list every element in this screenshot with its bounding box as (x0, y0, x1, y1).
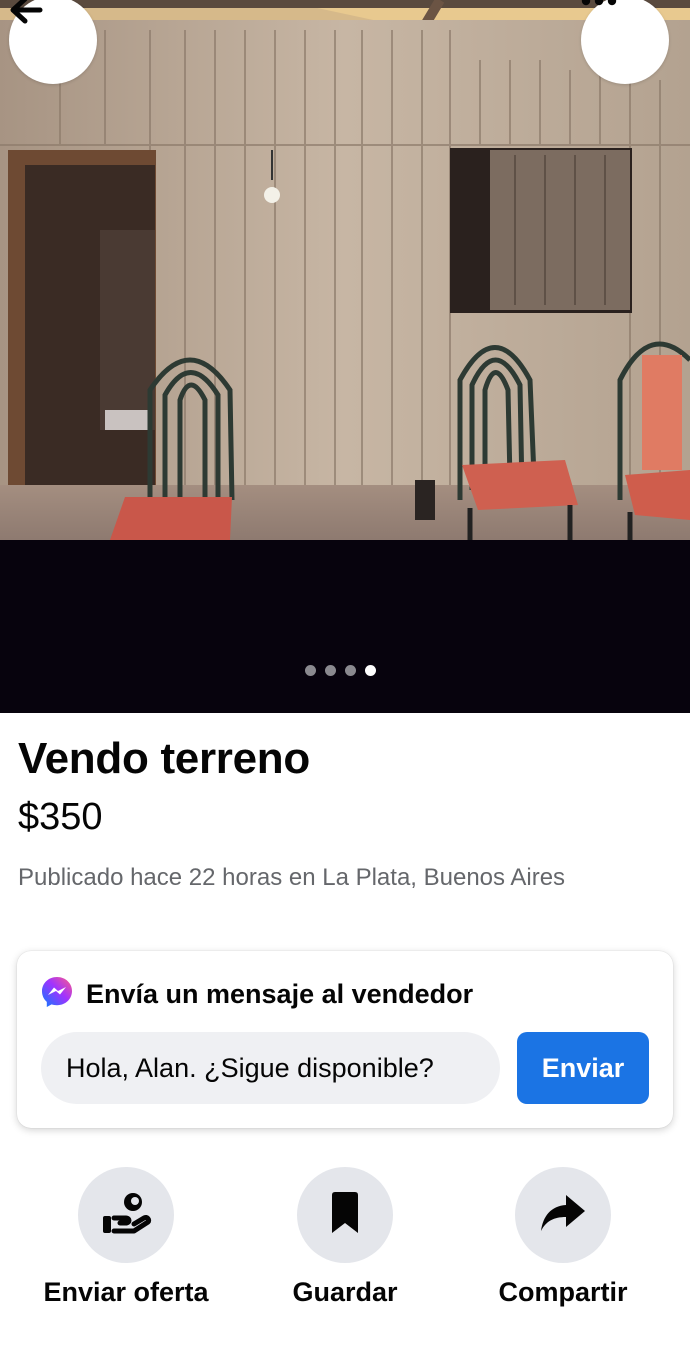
make-offer-label: Enviar oferta (43, 1277, 209, 1307)
make-offer-button[interactable] (78, 1167, 174, 1263)
message-input[interactable]: Hola, Alan. ¿Sigue disponible? (41, 1032, 500, 1104)
save-label: Guardar (292, 1277, 398, 1307)
gallery-dot[interactable] (325, 665, 336, 676)
bookmark-icon (328, 1191, 362, 1240)
back-button[interactable] (9, 0, 97, 84)
share-label: Compartir (498, 1277, 628, 1307)
listing-price: $350 (18, 796, 103, 838)
message-seller-heading: Envía un mensaje al vendedor (86, 979, 474, 1009)
share-action[interactable]: Compartir (463, 1167, 663, 1308)
gallery-dot[interactable] (345, 665, 356, 676)
marketplace-listing-page: Vendo terreno $350 Publicado hace 22 hor… (0, 0, 690, 1360)
listing-title: Vendo terreno (18, 734, 310, 783)
save-action[interactable]: Guardar (245, 1167, 445, 1308)
listing-photo[interactable] (0, 0, 690, 713)
message-input-text: Hola, Alan. ¿Sigue disponible? (66, 1052, 434, 1083)
listing-posted-info: Publicado hace 22 horas en La Plata, Bue… (18, 864, 566, 891)
message-seller-card: Envía un mensaje al vendedor Hola, Alan.… (17, 951, 673, 1128)
save-button[interactable] (297, 1167, 393, 1263)
share-arrow-icon (539, 1193, 587, 1238)
message-seller-header: Envía un mensaje al vendedor (40, 975, 473, 1014)
share-button[interactable] (515, 1167, 611, 1263)
more-options-button[interactable] (581, 0, 669, 84)
send-message-button[interactable]: Enviar (517, 1032, 649, 1104)
make-offer-action[interactable]: Enviar oferta (26, 1167, 226, 1308)
hand-coin-icon (100, 1190, 152, 1241)
gallery-pagination (305, 665, 376, 676)
listing-photo-image (0, 0, 690, 540)
gallery-dot-active[interactable] (365, 665, 376, 676)
gallery-dot[interactable] (305, 665, 316, 676)
messenger-icon (40, 975, 74, 1014)
